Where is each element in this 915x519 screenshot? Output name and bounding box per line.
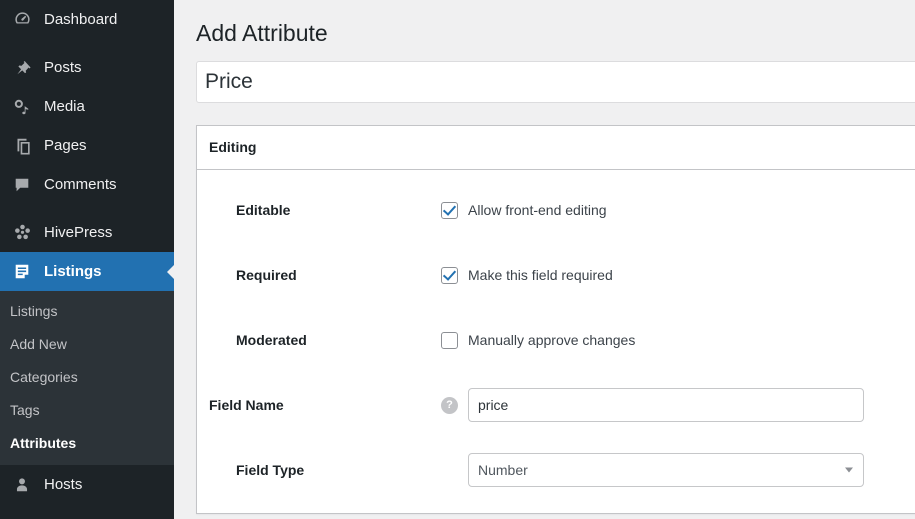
checkbox-label: Make this field required <box>468 267 613 284</box>
checkbox-checked-icon[interactable] <box>441 266 458 284</box>
sidebar-item-media[interactable]: Media <box>0 87 174 126</box>
checkbox-checked-icon[interactable] <box>441 201 458 219</box>
pin-icon <box>10 58 34 78</box>
sidebar-item-label: Comments <box>44 176 117 193</box>
panel-title: Editing <box>209 139 257 156</box>
sidebar-item-hosts[interactable]: Hosts <box>0 465 174 504</box>
row-label-editable: Editable <box>209 202 441 218</box>
field-type-value: Number <box>478 462 528 479</box>
field-label: Moderated <box>236 332 307 349</box>
sidebar-item-label: Media <box>44 98 85 115</box>
sidebar-item-label: Listings <box>44 263 102 280</box>
row-field-moderated: Manually approve changes <box>441 331 915 349</box>
form-row-required: Required Make this field required <box>197 243 915 308</box>
field-label: Required <box>236 267 297 284</box>
sidebar-item-label: Posts <box>44 59 82 76</box>
form-row-field-name: Field Name ? <box>197 373 915 438</box>
sidebar-item-label: HivePress <box>44 224 113 241</box>
moderated-checkbox[interactable]: Manually approve changes <box>441 331 636 349</box>
sidebar-item-listings[interactable]: Listings <box>0 252 174 291</box>
sidebar-separator <box>0 39 174 48</box>
form-row-moderated: Moderated Manually approve changes <box>197 308 915 373</box>
checkbox-label: Manually approve changes <box>468 332 636 349</box>
admin-sidebar: Dashboard Posts Media Pages Comments Hiv… <box>0 0 174 519</box>
listings-submenu: Listings Add New Categories Tags Attribu… <box>0 291 174 466</box>
required-checkbox[interactable]: Make this field required <box>441 266 613 284</box>
row-field-field-type: Number <box>441 453 915 488</box>
checkbox-label: Allow front-end editing <box>468 202 607 219</box>
row-field-required: Make this field required <box>441 266 915 284</box>
form-row-editable: Editable Allow front-end editing <box>197 178 915 243</box>
main-content: Add Attribute Editing Editable Allow f <box>174 0 915 519</box>
editing-panel-header: Editing <box>197 125 915 170</box>
editing-panel: Editing Editable Allow front-end editing <box>196 124 915 514</box>
field-label: Field Name <box>209 397 284 414</box>
user-icon <box>10 475 34 495</box>
field-label: Editable <box>236 202 291 219</box>
row-label-field-type: Field Type <box>209 462 441 478</box>
sidebar-item-hivepress[interactable]: HivePress <box>0 213 174 252</box>
sidebar-separator <box>0 204 174 213</box>
comment-icon <box>10 175 34 195</box>
submenu-item-categories[interactable]: Categories <box>0 361 174 394</box>
sidebar-item-label: Pages <box>44 137 87 154</box>
editable-checkbox[interactable]: Allow front-end editing <box>441 201 607 219</box>
editing-panel-body: Editable Allow front-end editing Require… <box>197 170 915 513</box>
page-title: Add Attribute <box>196 20 328 46</box>
checkbox-unchecked-icon[interactable] <box>441 331 458 349</box>
pages-icon <box>10 136 34 156</box>
sidebar-item-comments[interactable]: Comments <box>0 165 174 204</box>
field-type-select[interactable]: Number <box>468 453 864 488</box>
row-label-field-name: Field Name <box>209 397 441 413</box>
submenu-item-attributes[interactable]: Attributes <box>0 427 174 460</box>
wordpress-admin-screen: Dashboard Posts Media Pages Comments Hiv… <box>0 0 915 519</box>
dashboard-icon <box>10 10 34 30</box>
sidebar-item-label: Hosts <box>44 476 83 494</box>
row-label-required: Required <box>209 267 441 283</box>
form-row-field-type: Field Type Number <box>197 438 915 503</box>
field-name-input[interactable] <box>468 388 864 423</box>
help-icon[interactable]: ? <box>441 396 458 414</box>
sidebar-item-dashboard[interactable]: Dashboard <box>0 0 174 39</box>
row-field-field-name: ? <box>441 388 915 423</box>
submenu-item-add-new[interactable]: Add New <box>0 328 174 361</box>
media-icon <box>10 97 34 117</box>
sidebar-item-label: Dashboard <box>44 11 118 28</box>
field-type-select-wrap: Number <box>468 453 864 488</box>
sidebar-item-posts[interactable]: Posts <box>0 48 174 87</box>
row-field-editable: Allow front-end editing <box>441 201 915 219</box>
field-label: Field Type <box>236 462 305 479</box>
submenu-item-listings[interactable]: Listings <box>0 295 174 328</box>
attribute-title-input[interactable] <box>196 60 915 103</box>
hivepress-icon <box>10 223 34 243</box>
sidebar-item-pages[interactable]: Pages <box>0 126 174 165</box>
submenu-item-tags[interactable]: Tags <box>0 394 174 427</box>
row-label-moderated: Moderated <box>209 332 441 348</box>
listings-icon <box>10 262 34 282</box>
